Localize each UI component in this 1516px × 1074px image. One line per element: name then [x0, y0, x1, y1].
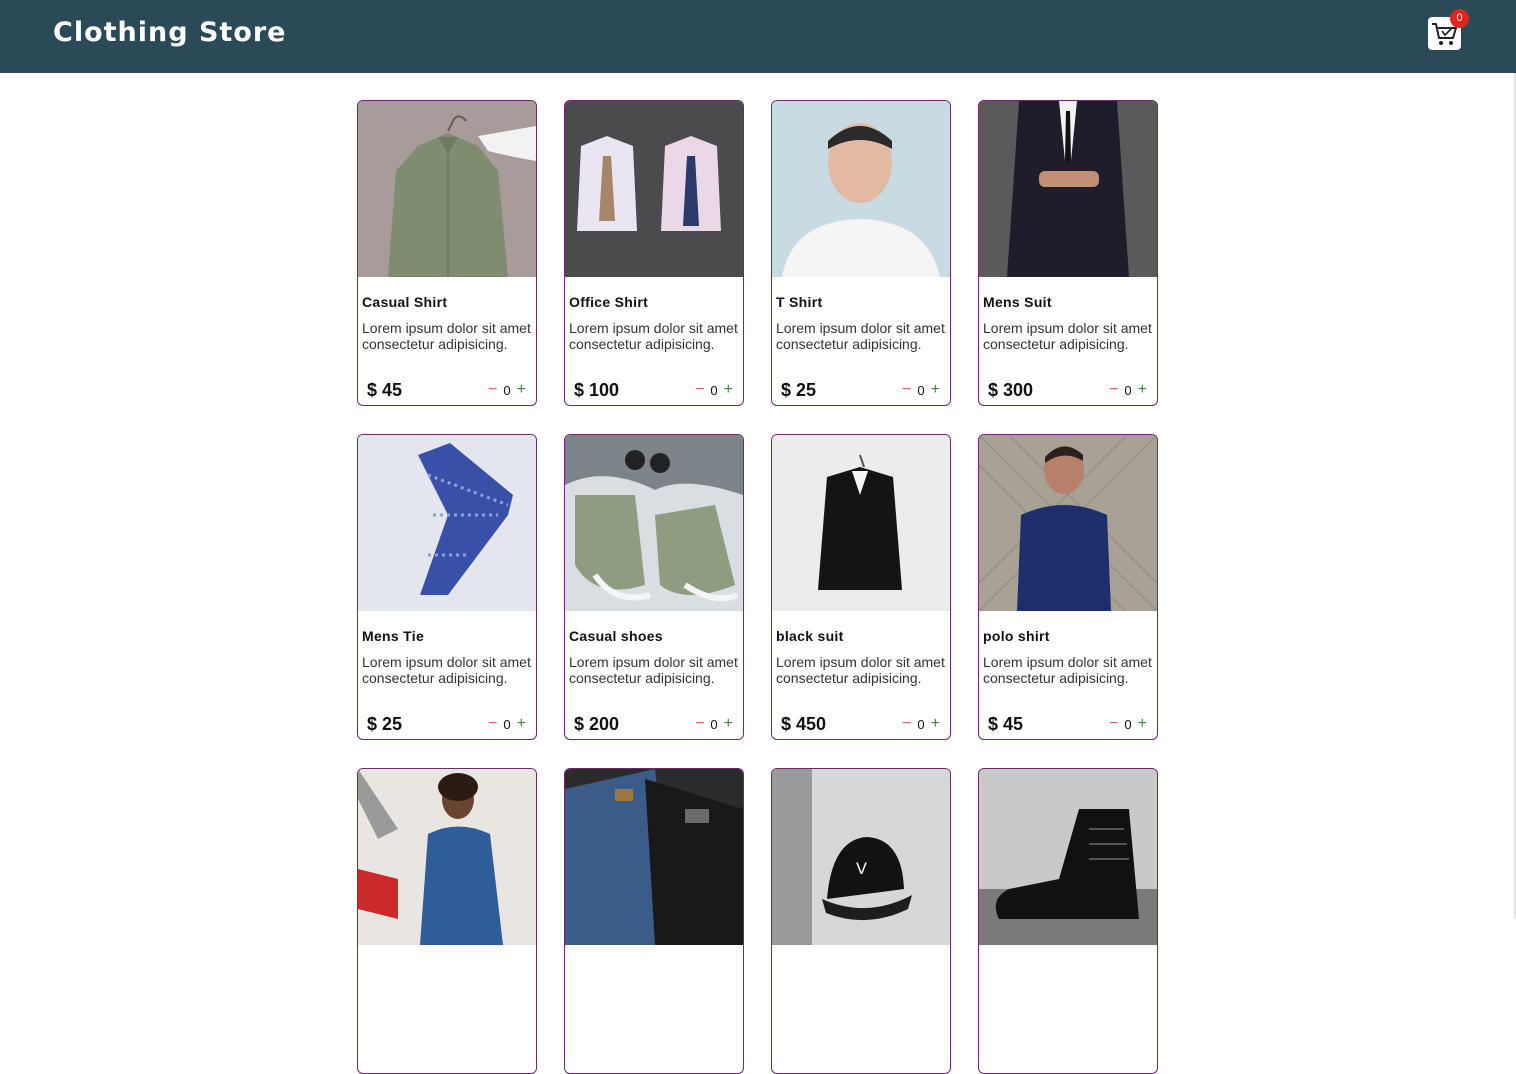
product-card — [978, 768, 1158, 1074]
decrease-quantity-button[interactable]: − — [695, 716, 704, 732]
product-name[interactable]: black suit — [776, 628, 844, 644]
decrease-quantity-button[interactable]: − — [488, 382, 497, 398]
product-card: Office Shirt Lorem ipsum dolor sit amet … — [564, 100, 744, 406]
decrease-quantity-button[interactable]: − — [902, 382, 911, 398]
product-description: Lorem ipsum dolor sit amet consectetur a… — [362, 320, 531, 352]
quantity-value: 0 — [917, 716, 925, 732]
store-title[interactable]: Clothing Store — [53, 15, 286, 51]
product-image[interactable] — [565, 101, 743, 277]
product-image[interactable]: V — [772, 769, 950, 945]
product-price: $ 200 — [574, 714, 620, 734]
quantity-stepper: − 0 + — [902, 382, 940, 398]
quantity-stepper: − 0 + — [488, 382, 526, 398]
product-description: Lorem ipsum dolor sit amet consectetur a… — [776, 654, 945, 686]
increase-quantity-button[interactable]: + — [517, 382, 526, 398]
product-card — [564, 768, 744, 1074]
product-name[interactable]: Casual Shirt — [362, 294, 447, 310]
product-price: $ 300 — [988, 380, 1034, 400]
decrease-quantity-button[interactable]: − — [1109, 716, 1118, 732]
product-price: $ 450 — [781, 714, 827, 734]
product-card: Mens Tie Lorem ipsum dolor sit amet cons… — [357, 434, 537, 740]
product-name[interactable]: Mens Suit — [983, 294, 1052, 310]
increase-quantity-button[interactable]: + — [1138, 382, 1147, 398]
cart-count-badge: 0 — [1450, 9, 1469, 28]
svg-text:V: V — [856, 859, 867, 878]
product-card: polo shirt Lorem ipsum dolor sit amet co… — [978, 434, 1158, 740]
decrease-quantity-button[interactable]: − — [695, 382, 704, 398]
product-card — [357, 768, 537, 1074]
product-description: Lorem ipsum dolor sit amet consectetur a… — [569, 654, 738, 686]
product-price: $ 45 — [367, 380, 403, 400]
product-image[interactable] — [358, 435, 536, 611]
decrease-quantity-button[interactable]: − — [902, 716, 911, 732]
product-description: Lorem ipsum dolor sit amet consectetur a… — [983, 320, 1152, 352]
product-image[interactable] — [772, 101, 950, 277]
cart-button[interactable]: 0 — [1428, 9, 1469, 50]
product-card: Mens Suit Lorem ipsum dolor sit amet con… — [978, 100, 1158, 406]
quantity-stepper: − 0 + — [1109, 382, 1147, 398]
product-image[interactable] — [358, 769, 536, 945]
quantity-stepper: − 0 + — [695, 382, 733, 398]
quantity-stepper: − 0 + — [1109, 716, 1147, 732]
product-image[interactable] — [979, 769, 1157, 945]
product-card: T Shirt Lorem ipsum dolor sit amet conse… — [771, 100, 951, 406]
quantity-value: 0 — [503, 382, 511, 398]
product-price: $ 45 — [988, 714, 1024, 734]
product-card: Casual Shirt Lorem ipsum dolor sit amet … — [357, 100, 537, 406]
product-name[interactable]: Casual shoes — [569, 628, 663, 644]
decrease-quantity-button[interactable]: − — [488, 716, 497, 732]
quantity-value: 0 — [1124, 382, 1132, 398]
product-description: Lorem ipsum dolor sit amet consectetur a… — [569, 320, 738, 352]
quantity-value: 0 — [503, 716, 511, 732]
quantity-stepper: − 0 + — [488, 716, 526, 732]
product-description: Lorem ipsum dolor sit amet consectetur a… — [776, 320, 945, 352]
quantity-value: 0 — [710, 716, 718, 732]
product-image[interactable] — [979, 435, 1157, 611]
top-navbar: Clothing Store 0 — [0, 0, 1516, 73]
product-description: Lorem ipsum dolor sit amet consectetur a… — [983, 654, 1152, 686]
quantity-value: 0 — [1124, 716, 1132, 732]
product-price: $ 100 — [574, 380, 620, 400]
product-image[interactable] — [565, 435, 743, 611]
product-description: Lorem ipsum dolor sit amet consectetur a… — [362, 654, 531, 686]
product-name[interactable]: Office Shirt — [569, 294, 648, 310]
quantity-stepper: − 0 + — [695, 716, 733, 732]
product-image[interactable] — [979, 101, 1157, 277]
quantity-value: 0 — [710, 382, 718, 398]
product-card: V — [771, 768, 951, 1074]
product-image[interactable] — [565, 769, 743, 945]
increase-quantity-button[interactable]: + — [931, 716, 940, 732]
product-price: $ 25 — [781, 380, 817, 400]
product-image[interactable] — [772, 435, 950, 611]
product-name[interactable]: Mens Tie — [362, 628, 424, 644]
increase-quantity-button[interactable]: + — [517, 716, 526, 732]
product-name[interactable]: T Shirt — [776, 294, 822, 310]
product-grid: Casual Shirt Lorem ipsum dolor sit amet … — [357, 100, 1158, 1074]
increase-quantity-button[interactable]: + — [724, 382, 733, 398]
product-price: $ 25 — [367, 714, 403, 734]
product-name[interactable]: polo shirt — [983, 628, 1050, 644]
quantity-value: 0 — [917, 382, 925, 398]
product-card: black suit Lorem ipsum dolor sit amet co… — [771, 434, 951, 740]
quantity-stepper: − 0 + — [902, 716, 940, 732]
increase-quantity-button[interactable]: + — [1138, 716, 1147, 732]
increase-quantity-button[interactable]: + — [724, 716, 733, 732]
product-image[interactable] — [358, 101, 536, 277]
increase-quantity-button[interactable]: + — [931, 382, 940, 398]
decrease-quantity-button[interactable]: − — [1109, 382, 1118, 398]
product-card: Casual shoes Lorem ipsum dolor sit amet … — [564, 434, 744, 740]
